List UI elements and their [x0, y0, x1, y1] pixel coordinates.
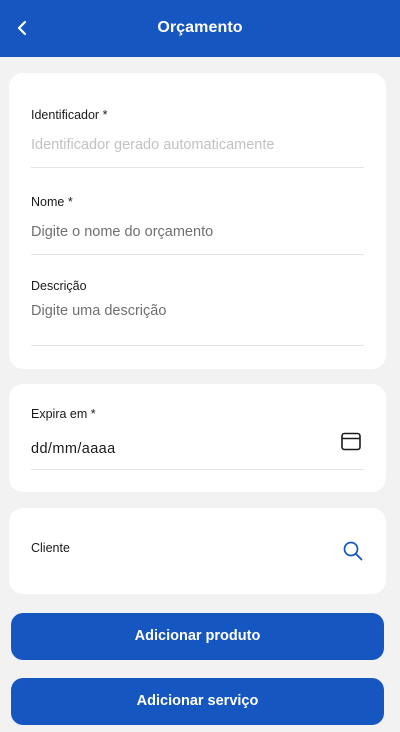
expira-em-underline — [31, 469, 364, 470]
identificador-underline — [31, 167, 364, 168]
add-product-button[interactable]: Adicionar produto — [11, 613, 384, 660]
expira-em-input[interactable]: dd/mm/aaaa — [31, 441, 116, 457]
identificador-label: Identificador * — [31, 108, 108, 122]
nome-label: Nome * — [31, 195, 73, 209]
descricao-label: Descrição — [31, 279, 87, 293]
client-card[interactable]: Cliente — [9, 508, 386, 594]
search-icon[interactable] — [342, 540, 364, 562]
page-title: Orçamento — [157, 19, 243, 36]
descricao-input[interactable] — [31, 301, 364, 341]
identificador-field: Identificador * — [31, 73, 364, 173]
nome-input[interactable] — [31, 222, 364, 242]
nome-underline — [31, 254, 364, 255]
identificador-input — [31, 135, 364, 155]
expira-em-label: Expira em * — [31, 407, 96, 421]
expiration-card: Expira em * dd/mm/aaaa — [9, 384, 386, 492]
cliente-field[interactable]: Cliente — [31, 508, 364, 594]
descricao-underline — [31, 345, 364, 346]
details-card: Identificador * Nome * Descrição — [9, 73, 386, 369]
cliente-label: Cliente — [31, 541, 70, 555]
expira-em-field: Expira em * dd/mm/aaaa — [31, 384, 364, 492]
calendar-icon[interactable] — [340, 430, 362, 452]
descricao-field: Descrição — [31, 263, 364, 369]
add-service-button[interactable]: Adicionar serviço — [11, 678, 384, 725]
nome-field: Nome * — [31, 173, 364, 263]
app-header: Orçamento — [0, 0, 400, 57]
